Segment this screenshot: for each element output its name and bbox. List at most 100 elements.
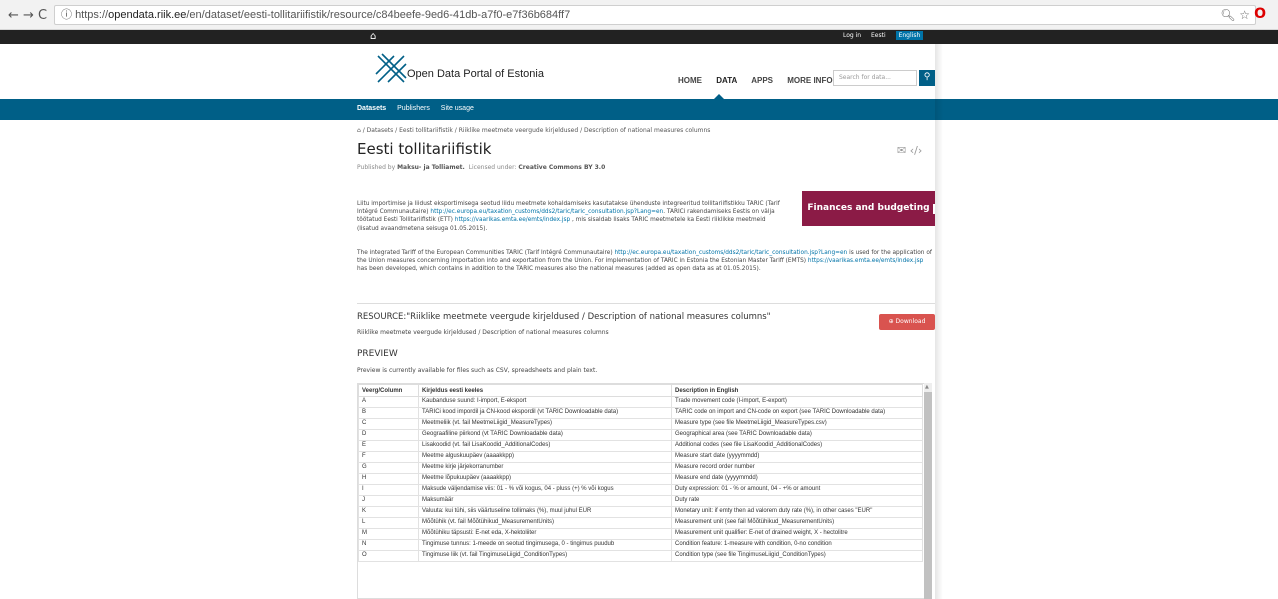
search-input[interactable]: Search for data...: [833, 70, 917, 86]
table-cell: K: [358, 506, 419, 518]
resource-subtitle: Riiklike meetmete veergude kirjeldused /…: [357, 329, 609, 336]
url-path: /en/dataset/eesti-tollitariifistik/resou…: [186, 9, 571, 21]
table-cell: Meetme lõpukuupäev (aaaakkpp): [418, 473, 672, 485]
scroll-up-icon[interactable]: ▲: [925, 384, 929, 390]
breadcrumb-text[interactable]: Datasets / Eesti tollitariifistik / Riik…: [367, 127, 711, 134]
download-button[interactable]: ⊕ Download: [879, 314, 935, 330]
table-cell: E: [358, 440, 419, 452]
desc-en-text-1: The integrated Tariff of the European Co…: [357, 250, 613, 256]
info-icon[interactable]: ⓘ: [61, 9, 75, 21]
table-cell: M: [358, 528, 419, 540]
table-cell: Geograafiline piirkond (vt TARIC Downloa…: [418, 429, 672, 441]
table-header-cell[interactable]: Description in English: [671, 384, 923, 397]
page-title: Eesti tollitariifistik: [357, 140, 492, 158]
login-link[interactable]: Log in: [843, 32, 861, 39]
subnav-site-usage[interactable]: Site usage: [441, 105, 474, 112]
table-cell: Mõõtühiku täpsusti: E-net eda, X-hektoli…: [418, 528, 672, 540]
table-cell: Measure record order number: [671, 462, 923, 474]
table-row: L Mõõtühik (vt. fail Mõõtühikud_Measureme…: [358, 517, 923, 529]
table-cell: Measurement unit (see fail Mõõtühikud_Me…: [671, 517, 923, 529]
table-row: E Lisakoodid (vt. fail LisaKoodid_Additio…: [358, 440, 923, 452]
subnav-datasets[interactable]: Datasets: [357, 105, 386, 112]
url-domain: opendata.riik.ee: [108, 9, 187, 21]
preview-heading: PREVIEW: [357, 349, 398, 359]
main-menu: HOME DATA APPS MORE INFO: [678, 76, 845, 85]
forward-icon[interactable]: →: [23, 8, 34, 23]
preview-table-container[interactable]: Veerg/Column Kirjeldus eesti keeles Desc…: [357, 383, 932, 599]
download-icon: ⊕: [888, 318, 896, 325]
reload-icon[interactable]: C: [38, 8, 47, 23]
share-icons: ✉ ‹/›: [897, 144, 922, 157]
table-row: C Meetmeliik (vt. fail MeetmeLiigid_Measu…: [358, 418, 923, 430]
preview-table: Veerg/Column Kirjeldus eesti keeles Desc…: [358, 384, 923, 562]
table-cell: A: [358, 396, 419, 408]
search-button[interactable]: ⚲: [919, 70, 935, 86]
divider: [357, 303, 935, 304]
table-row: J Maksumäär Duty rate: [358, 495, 923, 507]
license-link[interactable]: Creative Commons BY 3.0: [518, 164, 605, 171]
email-icon[interactable]: ✉: [897, 144, 906, 157]
menu-more-info[interactable]: MORE INFO: [787, 76, 832, 85]
zoom-icon[interactable]: 🔍︎ ☆: [1220, 8, 1250, 22]
taric-link-et[interactable]: http://ec.europa.eu/taxation_customs/dds…: [430, 209, 663, 215]
table-scrollbar[interactable]: ▲: [924, 383, 932, 599]
breadcrumb-home-icon[interactable]: ⌂: [357, 127, 361, 134]
table-row: I Maksude väljendamise viis: 01 - % või k…: [358, 484, 923, 496]
table-cell: Meetme alguskuupäev (aaaakkpp): [418, 451, 672, 463]
portal-logo-icon[interactable]: [374, 52, 408, 86]
menu-apps[interactable]: APPS: [751, 76, 773, 85]
table-cell: Maksumäär: [418, 495, 672, 507]
taric-link-en[interactable]: http://ec.europa.eu/taxation_customs/dds…: [614, 250, 847, 256]
description-et: Liitu importimise ja liidust eksportimis…: [357, 200, 787, 233]
menu-data[interactable]: DATA: [716, 76, 737, 85]
page-shadow: [935, 44, 1278, 599]
menu-home[interactable]: HOME: [678, 76, 702, 85]
home-icon[interactable]: ⌂: [370, 31, 376, 42]
emts-link-en[interactable]: https://vaarikas.emta.ee/emts/index.jsp: [808, 258, 923, 264]
search-icon: ⚲: [923, 72, 931, 82]
logo-text[interactable]: Open Data Portal of Estonia: [407, 68, 544, 80]
table-cell: TARICi kood impordil ja CN-kood ekspordi…: [418, 407, 672, 419]
desc-en-text-3: has been developed, which contains in ad…: [357, 266, 761, 273]
table-cell: O: [358, 550, 419, 562]
publisher-link[interactable]: Maksu- ja Tolliamet.: [397, 164, 465, 171]
table-header-cell[interactable]: Veerg/Column: [358, 384, 419, 397]
table-row: H Meetme lõpukuupäev (aaaakkpp) Measure en…: [358, 473, 923, 485]
table-row: N Tingimuse tunnus: 1-meede on seotud tin…: [358, 539, 923, 551]
table-cell: Condition type (see file TingimuseLiigid…: [671, 550, 923, 562]
table-cell: Mõõtühik (vt. fail Mõõtühikud_Measuremen…: [418, 517, 672, 529]
table-cell: Duty expression: 01 - % or amount, 04 - …: [671, 484, 923, 496]
back-icon[interactable]: ←: [8, 8, 19, 23]
table-cell: Kaubanduse suund: I-import, E-eksport: [418, 396, 672, 408]
table-row: A Kaubanduse suund: I-import, E-eksport Tr…: [358, 396, 923, 408]
table-cell: Measure type (see file MeetmeLiigid_Meas…: [671, 418, 923, 430]
table-row: D Geograafiline piirkond (vt TARIC Downlo…: [358, 429, 923, 441]
table-cell: Condition feature: 1-measure with condit…: [671, 539, 923, 551]
table-cell: Additional codes (see file LisaKoodid_Ad…: [671, 440, 923, 452]
opera-icon[interactable]: O: [1254, 6, 1266, 22]
url-prefix: https://: [75, 9, 109, 21]
table-cell: TARIC code on import and CN-code on expo…: [671, 407, 923, 419]
scrollbar-thumb[interactable]: [924, 392, 932, 599]
lang-et-link[interactable]: Eesti: [871, 32, 886, 39]
published-label: Published by: [357, 164, 396, 171]
table-cell: Meetmeliik (vt. fail MeetmeLiigid_Measur…: [418, 418, 672, 430]
table-header-row: Veerg/Column Kirjeldus eesti keeles Desc…: [358, 384, 923, 397]
table-cell: Measure start date (yyyymmdd): [671, 451, 923, 463]
embed-icon[interactable]: ‹/›: [910, 144, 923, 157]
lang-en-link[interactable]: English: [895, 31, 924, 40]
table-cell: I: [358, 484, 419, 496]
table-cell: C: [358, 418, 419, 430]
category-badge[interactable]: Finances and budgeting: [802, 191, 935, 226]
emts-link-et[interactable]: https://vaarikas.emta.ee/emts/index.jsp: [455, 217, 570, 223]
description-en: The integrated Tariff of the European Co…: [357, 249, 935, 274]
table-cell: Valuuta: kui tühi, siis väärtuseline tol…: [418, 506, 672, 518]
table-header-cell[interactable]: Kirjeldus eesti keeles: [418, 384, 672, 397]
subnav-publishers[interactable]: Publishers: [397, 105, 430, 112]
address-bar[interactable]: ⓘ https://opendata.riik.ee/en/dataset/ee…: [54, 5, 1256, 25]
table-cell: N: [358, 539, 419, 551]
table-cell: J: [358, 495, 419, 507]
browser-chrome: ← → C ⓘ https://opendata.riik.ee/en/data…: [0, 0, 1278, 30]
table-row: F Meetme alguskuupäev (aaaakkpp) Measure s…: [358, 451, 923, 463]
table-row: M Mõõtühiku täpsusti: E-net eda, X-hektol…: [358, 528, 923, 540]
